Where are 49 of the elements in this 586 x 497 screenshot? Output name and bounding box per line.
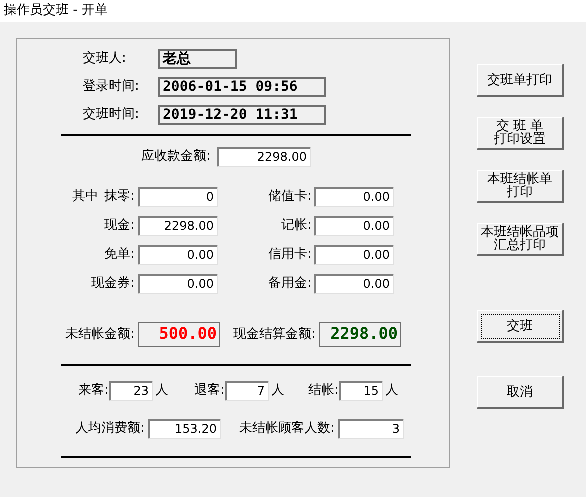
action-button[interactable]: 交 班 单 打印设置: [477, 117, 564, 150]
field-label: 交班人:: [83, 50, 128, 68]
field-label: 结帐:: [308, 382, 339, 400]
input-field[interactable]: 0.00: [314, 245, 394, 265]
field-label: 交班时间:: [83, 106, 140, 124]
action-button[interactable]: 本班结帐品项 汇总打印: [477, 223, 564, 256]
field-label: 应收款金额:: [140, 148, 211, 166]
field-label: 免单:: [104, 246, 135, 264]
field-label: 其中: [72, 188, 99, 206]
input-field[interactable]: 0.00: [138, 245, 218, 265]
field-label: 备用金:: [268, 275, 312, 294]
field-label: 现金券:: [90, 275, 135, 294]
field-label: 人: [270, 382, 286, 400]
input-field[interactable]: 23: [109, 381, 153, 401]
field-label: 登录时间:: [83, 78, 140, 96]
action-button[interactable]: 取消: [477, 376, 564, 409]
field-label: 未结帐顾客人数:: [238, 420, 335, 438]
input-field[interactable]: 153.20: [148, 419, 221, 439]
window-title: 操作员交班 - 开单: [0, 0, 586, 22]
field-label: 储值卡:: [268, 188, 312, 206]
field-label: 来客:: [78, 382, 109, 400]
input-field[interactable]: 2298.00: [217, 147, 311, 167]
input-field[interactable]: 2298.00: [138, 216, 218, 236]
input-field[interactable]: 0.00: [314, 274, 394, 294]
input-field[interactable]: 15: [339, 381, 383, 401]
field-label: 信用卡:: [268, 246, 312, 264]
field-label: 现金结算金额:: [232, 326, 316, 344]
action-button[interactable]: 交班: [477, 310, 564, 343]
input-field[interactable]: 3: [338, 419, 404, 439]
field-label: 现金:: [104, 217, 135, 236]
input-field[interactable]: 0.00: [138, 274, 218, 294]
input-field[interactable]: 7: [225, 381, 269, 401]
action-button[interactable]: 交班单打印: [477, 64, 564, 97]
display-field: 2019-12-20 11:31: [158, 105, 326, 125]
display-field: 老总: [158, 49, 237, 69]
field-label: 人: [384, 382, 400, 400]
input-field[interactable]: 0.00: [314, 187, 394, 207]
field-label: 退客:: [194, 382, 225, 400]
display-field: 2006-01-15 09:56: [158, 77, 326, 97]
field-label: 未结帐金额:: [64, 326, 135, 344]
total-field: 2298.00: [319, 322, 401, 347]
action-button[interactable]: 本班结帐单 打印: [477, 170, 564, 203]
total-field: 500.00: [138, 322, 220, 347]
field-label: 记帐:: [280, 217, 312, 236]
input-field[interactable]: 0: [138, 187, 218, 207]
field-label: 人均消费额:: [74, 420, 145, 438]
input-field[interactable]: 0.00: [314, 216, 394, 236]
field-label: 抹零:: [104, 188, 135, 206]
field-label: 人: [154, 382, 170, 400]
